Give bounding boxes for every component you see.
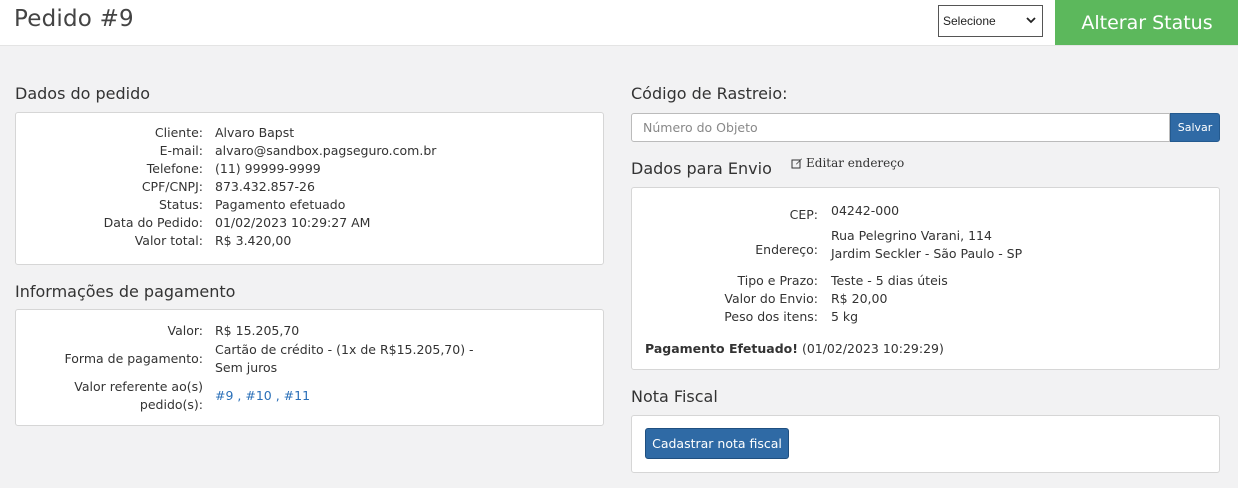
payment-forma-line1: Cartão de crédito - (1x de R$15.205,70) … — [215, 342, 474, 357]
alter-status-button[interactable]: Alterar Status — [1055, 0, 1238, 45]
order-value-cliente: Alvaro Bapst — [215, 125, 295, 140]
payment-panel: Valor: R$ 15.205,70 Forma de pagamento: … — [15, 309, 604, 426]
order-panel: Cliente: Alvaro Bapst E-mail: alvaro@san… — [15, 112, 604, 265]
shipping-peso: 5 kg — [831, 309, 859, 324]
page-title: Pedido #9 — [14, 6, 134, 32]
shipping-tipo-label: Tipo e Prazo: — [737, 273, 818, 288]
shipping-panel: CEP: 04242-000 Endereço: Rua Pelegrino V… — [631, 187, 1220, 370]
top-bar: Pedido #9 Selecione Alterar Status — [0, 0, 1238, 46]
payment-valor-label: Valor: — [167, 323, 204, 338]
shipping-cep: 04242-000 — [831, 203, 900, 218]
order-label: Cliente: — [154, 125, 203, 140]
payment-forma-line2: Sem juros — [215, 360, 278, 375]
payment-status-bold: Pagamento Efetuado! — [645, 341, 798, 356]
payment-valor: R$ 15.205,70 — [215, 323, 300, 338]
order-section-title: Dados do pedido — [15, 84, 151, 103]
shipping-peso-label: Peso dos itens: — [724, 309, 818, 324]
chevron-down-icon — [1026, 17, 1036, 24]
register-invoice-button[interactable]: Cadastrar nota fiscal — [645, 428, 789, 459]
payment-ref-orders: #9 , #10 , #11 — [215, 388, 311, 403]
order-label: Telefone: — [146, 161, 203, 176]
shipping-endereco-line1: Rua Pelegrino Varani, 114 — [831, 228, 992, 243]
order-label: Valor total: — [134, 233, 203, 248]
payment-forma-label: Forma de pagamento: — [64, 351, 203, 366]
edit-address-label: Editar endereço — [806, 156, 905, 170]
ref-order-link[interactable]: #9 — [215, 388, 233, 403]
shipping-endereco-label: Endereço: — [755, 242, 818, 257]
payment-status-line: Pagamento Efetuado! (01/02/2023 10:29:29… — [645, 340, 944, 358]
save-button[interactable]: Salvar — [1170, 113, 1220, 142]
shipping-tipo: Teste - 5 dias úteis — [831, 273, 948, 288]
payment-ref-label-line2: pedido(s): — [139, 397, 203, 412]
status-select[interactable]: Selecione — [938, 5, 1043, 37]
order-value-date: 01/02/2023 10:29:27 AM — [215, 215, 371, 230]
shipping-valor-label: Valor do Envio: — [724, 291, 818, 306]
order-label: Status: — [158, 197, 203, 212]
edit-address-link[interactable]: Editar endereço — [791, 156, 904, 170]
payment-section-title: Informações de pagamento — [15, 282, 236, 301]
tracking-section-title: Código de Rastreio: — [631, 84, 788, 103]
order-label: Data do Pedido: — [103, 215, 203, 230]
order-value-email: alvaro@sandbox.pagseguro.com.br — [215, 143, 437, 158]
payment-ref-label-line1: Valor referente ao(s) — [74, 379, 203, 394]
tracking-input[interactable]: Número do Objeto — [631, 113, 1170, 142]
ref-order-link[interactable]: #10 — [245, 388, 271, 403]
status-select-value: Selecione — [943, 14, 996, 28]
order-value-total: R$ 3.420,00 — [215, 233, 292, 248]
shipping-cep-label: CEP: — [789, 207, 818, 222]
order-status-link[interactable]: Pagamento efetuado — [215, 196, 345, 214]
order-value-telefone: (11) 99999-9999 — [215, 161, 321, 176]
shipping-endereco-line2: Jardim Seckler - São Paulo - SP — [831, 246, 1023, 261]
shipping-section-title: Dados para Envio — [631, 159, 772, 178]
ref-order-link[interactable]: #11 — [284, 388, 310, 403]
order-label: E-mail: — [159, 143, 203, 158]
order-label: CPF/CNPJ: — [141, 179, 203, 194]
invoice-section-title: Nota Fiscal — [631, 387, 718, 406]
payment-status-date: (01/02/2023 10:29:29) — [797, 341, 944, 356]
order-value-cpf: 873.432.857-26 — [215, 179, 315, 194]
shipping-valor: R$ 20,00 — [831, 291, 888, 306]
pencil-square-icon — [791, 158, 802, 169]
